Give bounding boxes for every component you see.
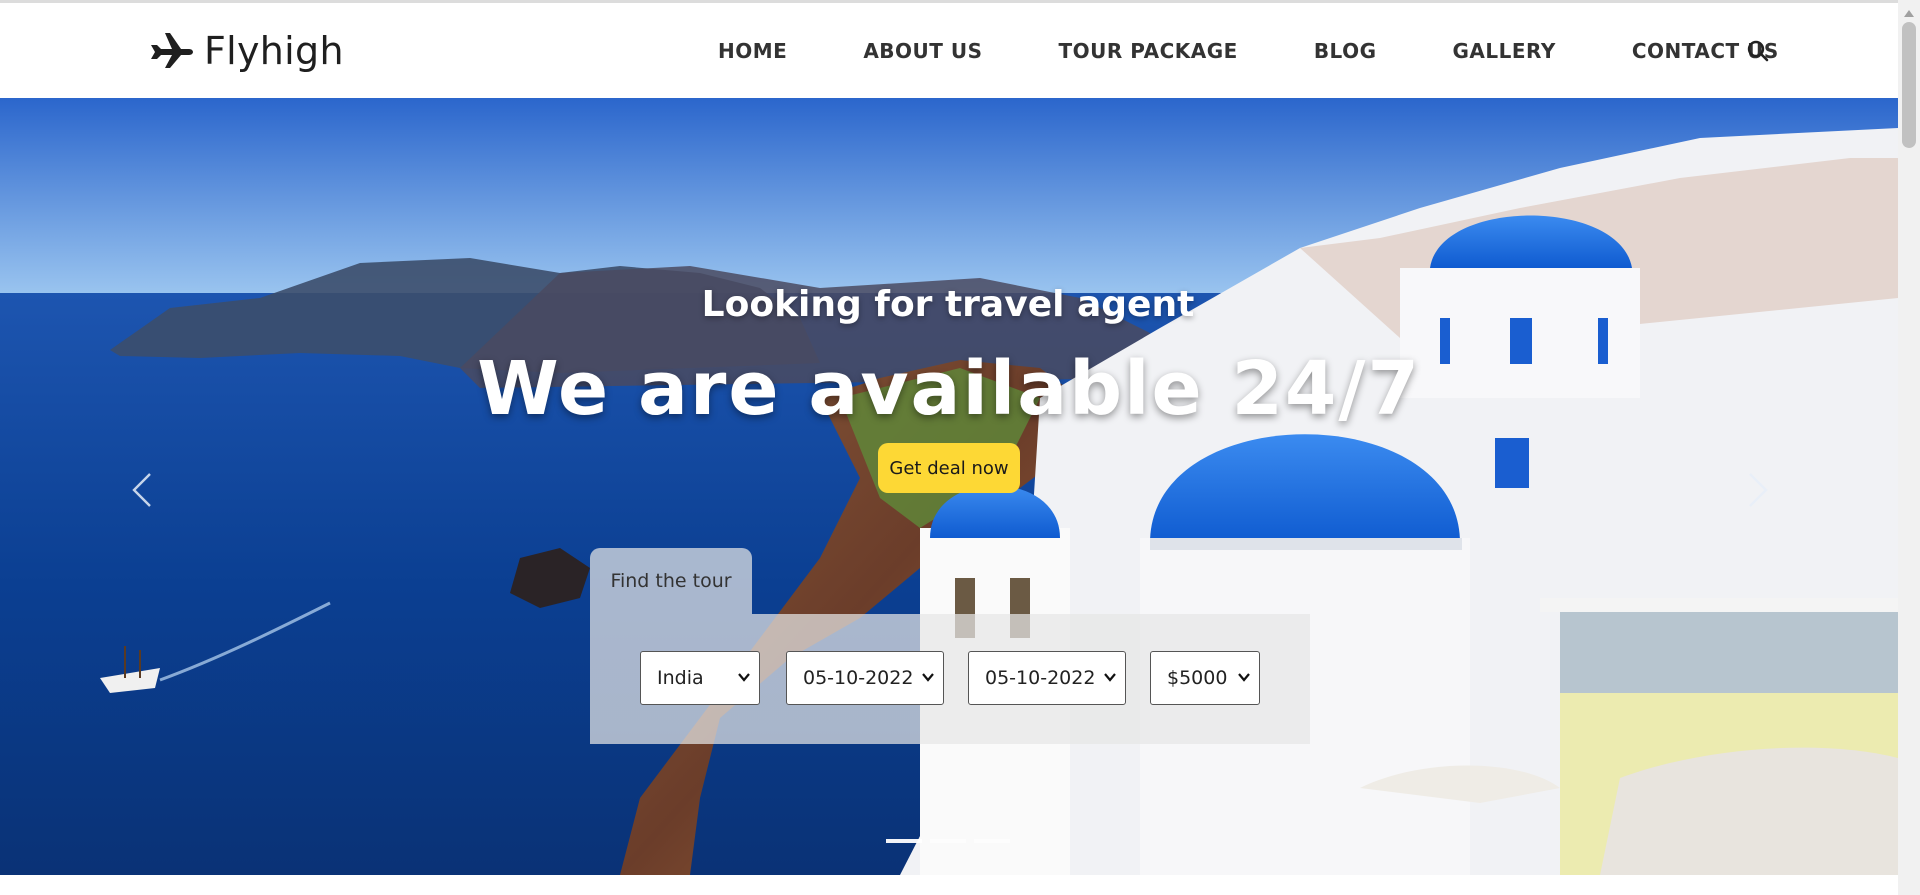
chevron-down-icon [1238, 673, 1250, 682]
chevron-down-icon [1104, 673, 1116, 682]
nav-tour-package[interactable]: TOUR PACKAGE [1059, 39, 1238, 63]
chevron-left-icon[interactable] [128, 470, 158, 510]
nav-about-us[interactable]: ABOUT US [863, 39, 982, 63]
carousel-indicator-1[interactable] [886, 839, 922, 843]
budget-value: $5000 [1167, 667, 1228, 689]
scroll-up-arrow-icon[interactable] [1903, 4, 1915, 17]
hero-title: We are available 24/7 [477, 346, 1421, 432]
site-header: Flyhigh HOME ABOUT US TOUR PACKAGE BLOG … [0, 3, 1898, 98]
budget-select[interactable]: $5000 [1150, 651, 1260, 705]
hero-subtitle: Looking for travel agent [701, 284, 1195, 325]
get-deal-button[interactable]: Get deal now [878, 443, 1020, 493]
date-from-value: 05-10-2022 [803, 667, 914, 689]
country-select-value: India [657, 667, 704, 689]
nav-blog[interactable]: BLOG [1314, 39, 1377, 63]
page-content-start [0, 875, 1898, 895]
brand-name: Flyhigh [204, 29, 344, 73]
page-scrollbar[interactable] [1898, 0, 1920, 895]
main-nav: HOME ABOUT US TOUR PACKAGE BLOG GALLERY … [718, 3, 1779, 98]
date-from-select[interactable]: 05-10-2022 [786, 651, 944, 705]
chevron-down-icon [738, 673, 750, 682]
date-to-select[interactable]: 05-10-2022 [968, 651, 1126, 705]
carousel-indicator-2[interactable] [930, 839, 966, 843]
find-tour-tab[interactable]: Find the tour [590, 548, 752, 614]
nav-home[interactable]: HOME [718, 39, 787, 63]
carousel-indicators [886, 839, 1010, 843]
chevron-down-icon [922, 673, 934, 682]
brand-logo[interactable]: Flyhigh [148, 29, 344, 73]
carousel-indicator-3[interactable] [974, 839, 1010, 843]
airplane-icon [148, 29, 194, 73]
country-select[interactable]: India [640, 651, 760, 705]
scrollbar-thumb[interactable] [1902, 22, 1916, 148]
hero-carousel: Looking for travel agent We are availabl… [0, 98, 1898, 875]
nav-gallery[interactable]: GALLERY [1453, 39, 1556, 63]
search-icon[interactable] [1746, 39, 1770, 63]
chevron-right-icon[interactable] [1742, 470, 1772, 510]
date-to-value: 05-10-2022 [985, 667, 1096, 689]
